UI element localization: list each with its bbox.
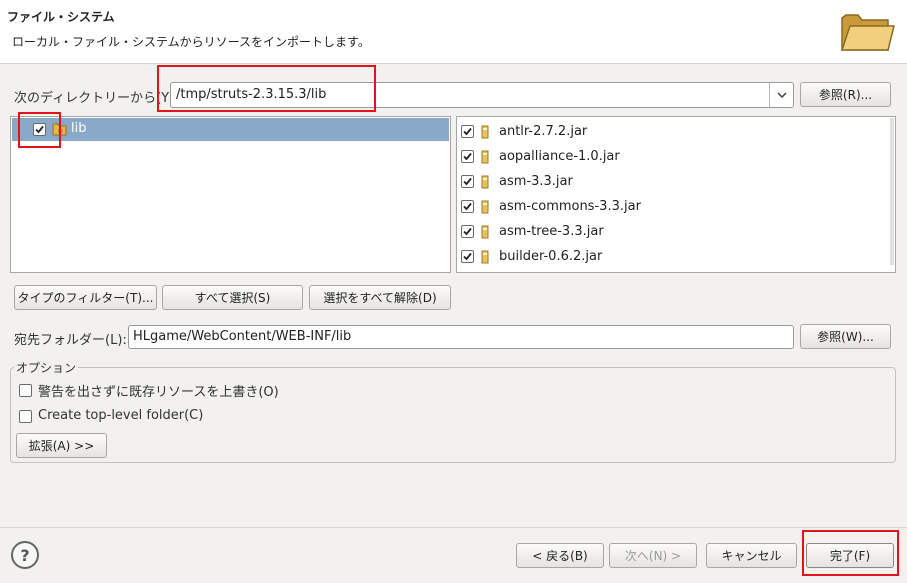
source-dir-label: 次のディレクトリーから(Y): (14, 91, 179, 106)
list-item[interactable]: aopalliance-1.0.jar (461, 145, 891, 170)
file-checkbox[interactable] (461, 225, 474, 238)
tree-item-lib[interactable]: lib (12, 118, 449, 141)
file-name: asm-3.3.jar (499, 174, 573, 189)
source-dir-combo[interactable]: /tmp/struts-2.3.15.3/lib (170, 82, 794, 108)
source-browse-button[interactable]: 参照(R)... (800, 82, 891, 107)
toplevel-checkbox[interactable] (19, 410, 32, 423)
back-button[interactable]: < 戻る(B) (516, 543, 604, 568)
select-all-button[interactable]: すべて選択(S) (162, 285, 303, 310)
folder-icon (840, 14, 895, 51)
wizard-header: ファイル・システム ローカル・ファイル・システムからリソースをインポートします。 (0, 0, 907, 64)
footer-divider (0, 527, 907, 528)
destination-label: 宛先フォルダー(L): (14, 333, 127, 348)
tree-item-checkbox[interactable] (33, 123, 46, 136)
wizard-description: ローカル・ファイル・システムからリソースをインポートします。 (12, 35, 370, 49)
file-name: antlr-2.7.2.jar (499, 124, 588, 139)
next-button[interactable]: 次へ(N) > (609, 543, 697, 568)
overwrite-label[interactable]: 警告を出さずに既存リソースを上書き(O) (38, 381, 279, 400)
folder-tree[interactable]: lib (10, 116, 451, 273)
jar-icon (481, 150, 489, 164)
file-list[interactable]: antlr-2.7.2.jar aopalliance-1.0.jar asm-… (456, 116, 896, 273)
filter-types-button[interactable]: タイプのフィルター(T)... (14, 285, 157, 310)
jar-icon (481, 250, 489, 264)
finish-button[interactable]: 完了(F) (806, 543, 894, 568)
wizard-title: ファイル・システム (7, 10, 115, 24)
file-checkbox[interactable] (461, 200, 474, 213)
package-folder-icon (52, 123, 67, 136)
file-checkbox[interactable] (461, 250, 474, 263)
jar-icon (481, 125, 489, 139)
list-item[interactable]: builder-0.6.2.jar (461, 245, 891, 270)
overwrite-checkbox[interactable] (19, 384, 32, 397)
deselect-all-button[interactable]: 選択をすべて解除(D) (309, 285, 451, 310)
source-dir-value: /tmp/struts-2.3.15.3/lib (176, 87, 327, 102)
file-checkbox[interactable] (461, 125, 474, 138)
tree-item-label: lib (71, 121, 87, 136)
advanced-button[interactable]: 拡張(A) >> (16, 433, 107, 458)
options-group-title: オプション (14, 359, 79, 376)
list-item[interactable]: antlr-2.7.2.jar (461, 120, 891, 145)
file-name: aopalliance-1.0.jar (499, 149, 620, 164)
file-name: asm-tree-3.3.jar (499, 224, 604, 239)
file-checkbox[interactable] (461, 175, 474, 188)
help-icon[interactable]: ? (11, 541, 39, 569)
file-name: asm-commons-3.3.jar (499, 199, 641, 214)
chevron-down-icon[interactable] (769, 83, 793, 107)
file-name: builder-0.6.2.jar (499, 249, 603, 264)
cancel-button[interactable]: キャンセル (706, 543, 797, 568)
list-item[interactable]: asm-tree-3.3.jar (461, 220, 891, 245)
destination-input[interactable]: HLgame/WebContent/WEB-INF/lib (128, 325, 794, 349)
file-checkbox[interactable] (461, 150, 474, 163)
destination-value: HLgame/WebContent/WEB-INF/lib (133, 329, 352, 344)
destination-browse-button[interactable]: 参照(W)... (800, 324, 891, 349)
list-item[interactable]: asm-commons-3.3.jar (461, 195, 891, 220)
jar-icon (481, 200, 489, 214)
jar-icon (481, 175, 489, 189)
toplevel-label[interactable]: Create top-level folder(C) (38, 408, 203, 423)
list-item[interactable]: asm-3.3.jar (461, 170, 891, 195)
jar-icon (481, 225, 489, 239)
